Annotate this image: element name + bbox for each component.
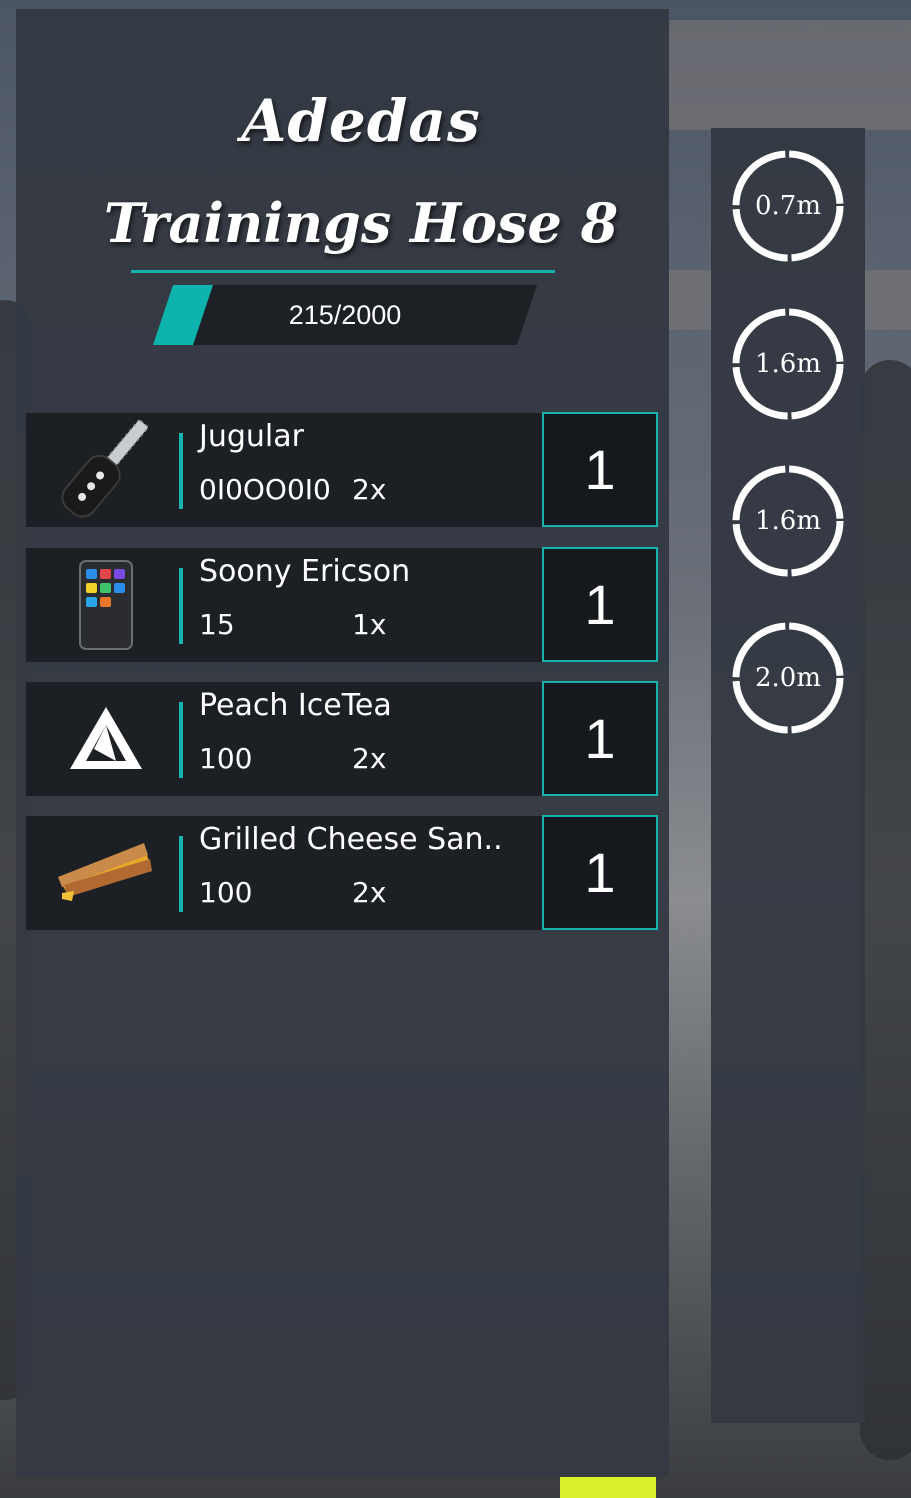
item-divider xyxy=(179,702,183,778)
item-divider xyxy=(179,568,183,644)
timer-label: 1.6m xyxy=(754,506,821,536)
timer-label: 0.7m xyxy=(754,191,821,221)
phone-icon xyxy=(46,553,166,657)
inventory-title: Adedas xyxy=(241,87,481,155)
item-value: 100 xyxy=(199,742,253,775)
weight-text: 215/2000 xyxy=(288,300,402,330)
timer-label: 2.0m xyxy=(754,663,821,693)
inventory-item[interactable]: Peach IceTea 100 2x 1 xyxy=(26,681,658,796)
item-name: Jugular xyxy=(199,419,304,454)
item-quantity-box[interactable]: 1 xyxy=(542,412,658,527)
inventory-subtitle: Trainings Hose 8 xyxy=(103,191,619,255)
item-quantity-box[interactable]: 1 xyxy=(542,815,658,930)
item-multiplier: 1x xyxy=(352,608,387,641)
car-key-icon xyxy=(46,418,166,522)
item-quantity-box[interactable]: 1 xyxy=(542,681,658,796)
item-name: Soony Ericson xyxy=(199,554,411,589)
item-divider xyxy=(179,433,183,509)
inventory-panel: Adedas Trainings Hose 8 215/2000 Jugular… xyxy=(16,9,669,1477)
sandwich-icon xyxy=(46,821,166,925)
timers-panel: 0.7m 1.6m 1.6m 2.0m xyxy=(711,128,865,1423)
item-multiplier: 2x xyxy=(352,742,387,775)
item-divider xyxy=(179,836,183,912)
timer-circle: 1.6m xyxy=(730,463,846,579)
weight-bar: 215/2000 xyxy=(153,285,537,345)
background-person xyxy=(860,360,911,1460)
title-underline xyxy=(131,270,555,273)
timer-circle: 1.6m xyxy=(730,306,846,422)
item-name: Peach IceTea xyxy=(199,688,392,723)
item-serial: 0I0OO0I0 xyxy=(199,473,331,506)
item-value: 15 xyxy=(199,608,235,641)
item-quantity-box[interactable]: 1 xyxy=(542,547,658,662)
timer-label: 1.6m xyxy=(754,349,821,379)
timer-circle: 0.7m xyxy=(730,148,846,264)
background-marker xyxy=(560,1476,656,1498)
item-multiplier: 2x xyxy=(352,473,387,506)
timer-circle: 2.0m xyxy=(730,620,846,736)
item-value: 100 xyxy=(199,876,253,909)
triangle-logo-icon xyxy=(46,687,166,791)
inventory-item[interactable]: Soony Ericson 15 1x 1 xyxy=(26,547,658,662)
inventory-item[interactable]: Grilled Cheese San.. 100 2x 1 xyxy=(26,815,658,930)
inventory-item[interactable]: Jugular 0I0OO0I0 2x 1 xyxy=(26,412,658,527)
item-name: Grilled Cheese San.. xyxy=(199,822,503,857)
item-multiplier: 2x xyxy=(352,876,387,909)
